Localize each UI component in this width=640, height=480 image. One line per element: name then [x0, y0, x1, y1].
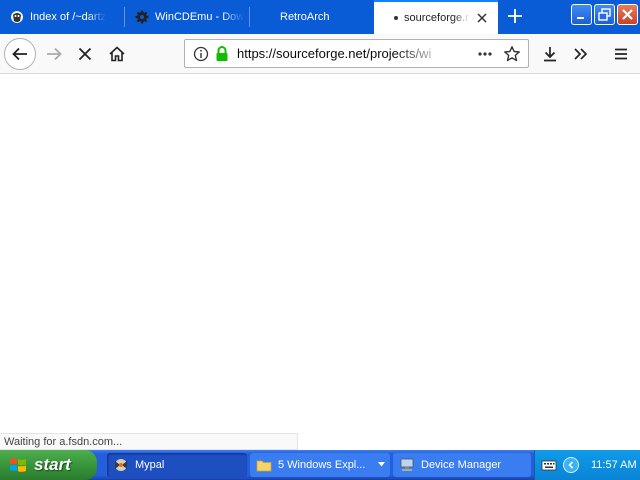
tab-label: RetroArch: [280, 11, 330, 23]
show-hidden-icons-button[interactable]: [563, 457, 579, 473]
chevron-double-right-icon: [574, 48, 588, 60]
tab-label: sourceforge.n: [404, 12, 470, 24]
bookmark-star-icon[interactable]: [503, 45, 521, 63]
status-bar: Waiting for a.fsdn.com...: [0, 433, 298, 450]
tab-index-of-dartz[interactable]: Index of /~dartz: [0, 0, 124, 34]
home-icon: [109, 46, 125, 62]
chevron-left-icon: [568, 461, 574, 469]
gear-favicon-icon: [135, 10, 149, 24]
new-tab-icon[interactable]: [505, 6, 525, 26]
lock-icon[interactable]: [215, 45, 229, 62]
tab-loading-indicator: [394, 16, 398, 20]
forward-arrow-icon: [47, 47, 62, 61]
tab-label: WinCDEmu - Dow: [155, 11, 245, 23]
tab-sourceforge[interactable]: sourceforge.n: [374, 0, 498, 34]
mypal-app-icon: [115, 459, 127, 471]
close-tab-icon[interactable]: [476, 12, 488, 24]
taskbar-button-label: Mypal: [135, 459, 165, 471]
taskbar-button-windows-explorer[interactable]: 5 Windows Expl...: [250, 453, 390, 477]
stop-icon: [78, 47, 92, 61]
taskbar-button-label: Device Manager: [421, 459, 502, 471]
page-actions-icon[interactable]: [477, 46, 493, 62]
address-bar[interactable]: https://sourceforge.net/projects/wi: [184, 39, 529, 68]
taskbar-button-device-manager[interactable]: Device Manager: [393, 453, 531, 477]
tab-label: Index of /~dartz: [30, 11, 107, 23]
downloads-button[interactable]: [536, 40, 564, 68]
restore-icon: [598, 8, 611, 21]
taskbar-button-label: 5 Windows Expl...: [278, 459, 366, 471]
chevron-down-icon: [378, 462, 385, 467]
home-button[interactable]: [103, 40, 131, 68]
hamburger-icon: [615, 48, 627, 60]
tab-wincdemu[interactable]: WinCDEmu - Dow: [125, 0, 249, 34]
folder-icon: [256, 460, 272, 472]
site-info-icon[interactable]: [193, 46, 209, 62]
download-arrow-icon: [544, 47, 556, 62]
start-label: start: [34, 455, 71, 474]
minimize-button[interactable]: [571, 4, 592, 25]
tab-retroarch[interactable]: RetroArch: [250, 0, 373, 34]
back-button[interactable]: [4, 38, 36, 70]
keyboard-icon[interactable]: [541, 458, 557, 472]
forward-button[interactable]: [40, 40, 68, 68]
restore-button[interactable]: [594, 4, 615, 25]
page-content: [0, 75, 640, 448]
minimize-icon: [577, 17, 584, 19]
windows-flag-icon: [10, 458, 26, 472]
windows-taskbar: start Mypal 5 Windows Expl... Device Man…: [0, 450, 640, 480]
close-window-button[interactable]: [617, 4, 638, 25]
hamburger-menu-button[interactable]: [607, 40, 635, 68]
url-field[interactable]: https://sourceforge.net/projects/wi: [237, 46, 447, 61]
gnu-favicon-icon: [11, 11, 23, 23]
overflow-menu-button[interactable]: [567, 40, 595, 68]
clock[interactable]: 11:57 AM: [591, 459, 637, 471]
navigation-toolbar: https://sourceforge.net/projects/wi: [0, 34, 640, 74]
tab-strip: Index of /~dartz WinCDEmu - Dow RetroArc…: [0, 0, 640, 34]
taskbar-button-mypal[interactable]: Mypal: [107, 453, 247, 477]
start-button[interactable]: start: [0, 450, 97, 480]
back-arrow-icon: [12, 47, 27, 61]
computer-icon: [400, 458, 414, 471]
stop-loading-button[interactable]: [71, 40, 99, 68]
system-tray: 11:57 AM: [534, 450, 640, 480]
close-icon: [622, 9, 633, 20]
